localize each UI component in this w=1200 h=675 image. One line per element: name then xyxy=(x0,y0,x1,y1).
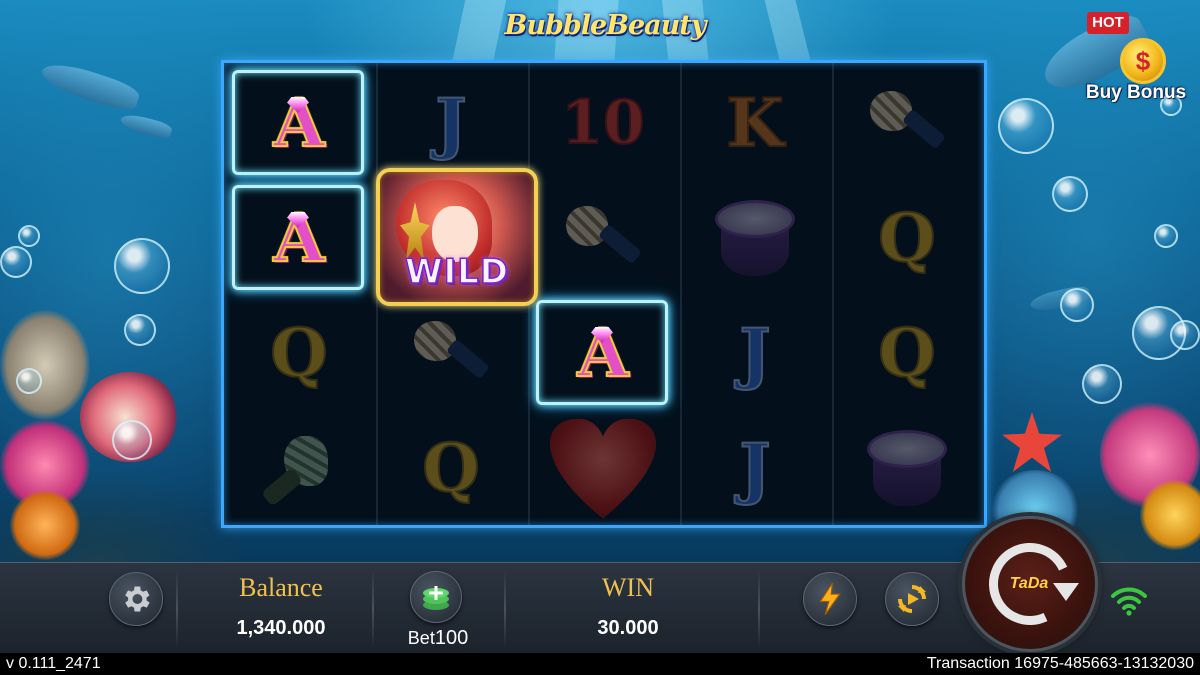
symbol-a-winning: A xyxy=(528,295,678,410)
wild-label: WILD xyxy=(404,251,510,293)
bubble xyxy=(16,368,42,394)
symbol-q: Q xyxy=(224,295,374,410)
coral-left-3 xyxy=(0,310,90,420)
symbol-letter: Q xyxy=(269,313,328,392)
symbol-letter: K xyxy=(725,83,784,162)
bubble xyxy=(1154,224,1178,248)
bet-display: Bet100 xyxy=(390,627,486,650)
spin-label: TaDa xyxy=(1009,575,1049,592)
conch-horn-icon xyxy=(254,428,344,508)
bubble xyxy=(1060,288,1094,322)
symbol-letter: Q xyxy=(421,428,480,507)
dolphin-left xyxy=(38,57,142,115)
bubble xyxy=(114,238,170,294)
symbol-shell xyxy=(528,180,678,295)
coin-stack-plus-icon xyxy=(423,586,449,610)
symbol-k: K xyxy=(680,65,830,180)
spin-button[interactable]: TaDa xyxy=(962,516,1098,652)
game-title: BubbleBeauty xyxy=(504,10,707,41)
symbol-a-winning: A xyxy=(224,65,374,180)
shell-mic-icon xyxy=(408,315,494,391)
drum-icon xyxy=(863,428,951,508)
symbol-q: Q xyxy=(376,410,526,525)
bubble xyxy=(112,420,152,460)
settings-button[interactable] xyxy=(109,572,163,626)
symbol-j: J xyxy=(376,65,526,180)
win-highlight-frame xyxy=(232,185,364,290)
footer-bar: v 0.111_2471 Transaction 16975-485663-13… xyxy=(0,653,1200,675)
turbo-button[interactable] xyxy=(803,572,857,626)
transaction-id: Transaction 16975-485663-13132030 xyxy=(926,655,1194,672)
bubble xyxy=(998,98,1054,154)
bubble xyxy=(0,246,32,278)
symbol-letter: Q xyxy=(877,313,936,392)
wild-symbol: WILD xyxy=(376,168,538,306)
shell-mic-icon xyxy=(864,85,950,161)
symbol-drum xyxy=(832,410,982,525)
autoplay-icon xyxy=(898,585,926,613)
balance-label: Balance xyxy=(239,573,323,602)
symbol-q: Q xyxy=(832,295,982,410)
symbol-shell xyxy=(376,295,526,410)
bubble xyxy=(18,225,40,247)
symbol-letter: J xyxy=(738,313,771,392)
symbol-q: Q xyxy=(832,180,982,295)
symbol-letter: J xyxy=(434,83,467,162)
symbol-drum xyxy=(680,180,830,295)
bet-value: 100 xyxy=(434,627,469,649)
bubble xyxy=(1170,320,1200,350)
win-label: WIN xyxy=(602,573,654,602)
bubble xyxy=(1082,364,1122,404)
win-value: 30.000 xyxy=(597,617,659,639)
win-highlight-frame xyxy=(232,70,364,175)
coral-left-2 xyxy=(10,490,80,560)
symbol-j: J xyxy=(680,410,830,525)
symbol-letter: 10 xyxy=(560,87,645,158)
fish-left xyxy=(118,111,174,141)
symbol-shell xyxy=(832,65,982,180)
symbol-a-winning: A xyxy=(224,180,374,295)
hot-badge: HOT xyxy=(1087,12,1129,34)
bet-button[interactable] xyxy=(410,571,462,623)
symbol-letter: Q xyxy=(877,198,936,277)
shell-mic-icon xyxy=(560,200,646,276)
lightning-icon xyxy=(819,582,841,616)
bet-label: Bet xyxy=(407,628,435,648)
buy-bonus-button[interactable]: HOT $ Buy Bonus xyxy=(1082,10,1190,110)
drum-icon xyxy=(711,198,799,278)
buy-bonus-label: Buy Bonus xyxy=(1085,82,1187,103)
dollar-coin-icon: $ xyxy=(1120,38,1166,84)
bubble xyxy=(1052,176,1088,212)
autoplay-button[interactable] xyxy=(885,572,939,626)
symbol-horn xyxy=(224,410,374,525)
bubble xyxy=(124,314,156,346)
symbol-letter: J xyxy=(738,428,771,507)
symbol-j: J xyxy=(680,295,830,410)
gear-icon xyxy=(125,586,150,612)
win-highlight-frame xyxy=(536,300,668,405)
reel-grid: A J 10 K A WILD Q Q A J Q Q J xyxy=(221,60,987,528)
balance-value: 1,340.000 xyxy=(236,617,326,639)
symbol-10: 10 xyxy=(528,65,678,180)
wifi-icon xyxy=(1111,587,1147,616)
version-text: v 0.111_2471 xyxy=(6,655,101,672)
heart-gem-icon xyxy=(538,413,668,523)
symbol-heart xyxy=(528,410,678,525)
